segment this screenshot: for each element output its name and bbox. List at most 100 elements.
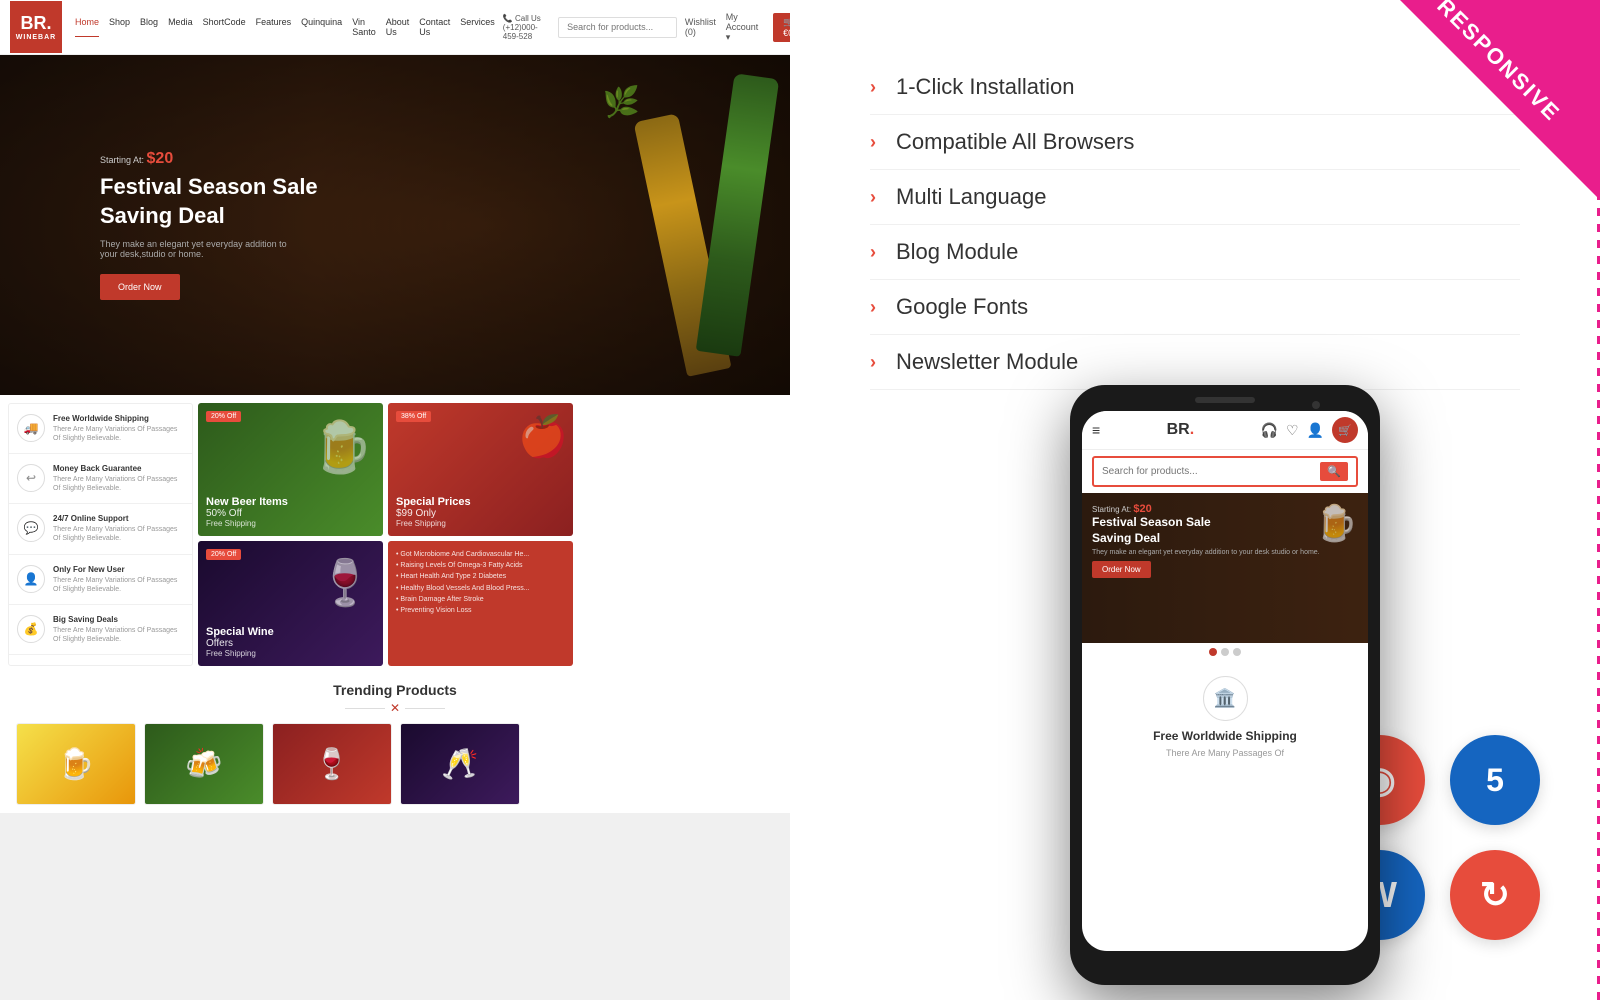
mobile-phone-mockup: ≡ BR. 🎧 ♡ 👤 🛒 🔍 Starting At: $ <box>1070 385 1380 985</box>
phone-cart-icon[interactable]: 🛒 <box>1332 417 1358 443</box>
nav-item-blog[interactable]: Blog <box>140 17 158 37</box>
left-features-panel: 🚚 Free Worldwide Shipping There Are Many… <box>8 403 193 666</box>
divider-line-left <box>345 708 385 709</box>
hero-description: They make an elegant yet everyday additi… <box>100 239 300 259</box>
feature-saving-title: Big Saving Deals <box>53 615 184 624</box>
feature-newuser-title: Only For New User <box>53 565 184 574</box>
features-row: 🚚 Free Worldwide Shipping There Are Many… <box>8 403 782 666</box>
health-item-4: • Healthy Blood Vessels And Blood Press.… <box>396 583 565 594</box>
wine-shipping: Free Shipping <box>206 649 274 658</box>
phone-dot-1[interactable] <box>1209 648 1217 656</box>
nav-item-vinsanto[interactable]: Vin Santo <box>352 17 376 37</box>
phone-search-button[interactable]: 🔍 <box>1320 462 1348 481</box>
divider-symbol: ✕ <box>390 701 400 715</box>
trending-product-1[interactable]: 🍺 <box>16 723 136 805</box>
feature-support-title: 24/7 Online Support <box>53 514 184 523</box>
shipping-icon: 🚚 <box>17 414 45 442</box>
logo-text: BR. <box>21 13 52 34</box>
feature-list-item-4: › Blog Module <box>870 225 1520 280</box>
beer-shipping: Free Shipping <box>206 519 288 528</box>
phone-menu-icon[interactable]: ≡ <box>1092 422 1100 438</box>
wine-badge: 20% Off <box>206 549 241 560</box>
phone-headphone-icon: 🎧 <box>1261 422 1278 439</box>
tech-icon-html5[interactable]: 5 <box>1450 735 1540 825</box>
nav-item-shop[interactable]: Shop <box>109 17 130 37</box>
arrow-icon-2: › <box>870 132 876 153</box>
feature-list-item-5: › Google Fonts <box>870 280 1520 335</box>
phone-logo: BR. <box>1167 421 1195 439</box>
phone-bottle-image: 🍺 <box>1314 503 1358 544</box>
tech-icon-refresh[interactable]: ↻ <box>1450 850 1540 940</box>
wishlist-button[interactable]: Wishlist (0) <box>685 17 718 37</box>
nav-item-features[interactable]: Features <box>256 17 292 37</box>
health-item-2: • Raising Levels Of Omega-3 Fatty Acids <box>396 560 565 571</box>
feature-new-user: 👤 Only For New User There Are Many Varia… <box>9 555 192 605</box>
nav-item-services[interactable]: Services <box>460 17 495 37</box>
wine-emoji: 🍷 <box>317 556 373 609</box>
beer-emoji: 🍺 <box>311 418 373 477</box>
phone-feature-icon: 🏛️ <box>1203 676 1248 721</box>
nav-item-home[interactable]: Home <box>75 17 99 37</box>
phone-dot-3[interactable] <box>1233 648 1241 656</box>
saving-icon: 💰 <box>17 615 45 643</box>
nav-item-shortcode[interactable]: ShortCode <box>203 17 246 37</box>
feature-newuser-text: Only For New User There Are Many Variati… <box>53 565 184 594</box>
lower-content: 🚚 Free Worldwide Shipping There Are Many… <box>0 395 790 813</box>
trending-product-4[interactable]: 🥂 <box>400 723 520 805</box>
nav-menu: Home Shop Blog Media ShortCode Features … <box>70 17 495 37</box>
trending-product-3[interactable]: 🍷 <box>272 723 392 805</box>
feature-label-2: Compatible All Browsers <box>896 129 1134 155</box>
search-input[interactable] <box>559 19 677 35</box>
feature-newuser-desc: There Are Many Variations Of Passages Of… <box>53 576 184 594</box>
phone-nav-bar: ≡ BR. 🎧 ♡ 👤 🛒 <box>1082 411 1368 450</box>
support-icon: 💬 <box>17 514 45 542</box>
nav-right-section: 📞 Call Us (+12)000-459-528 🔍 Wishlist (0… <box>503 12 790 43</box>
feature-label-6: Newsletter Module <box>896 349 1078 375</box>
search-bar[interactable]: 🔍 <box>558 17 677 38</box>
wine-card-subtitle: Offers <box>206 638 274 649</box>
hero-content: Starting At: $20 Festival Season Sale Sa… <box>0 150 318 299</box>
hero-bottles <box>660 75 760 365</box>
site-logo[interactable]: BR. WINEBAR <box>10 1 62 53</box>
health-item-1: • Got Microbiome And Cardiovascular He..… <box>396 549 565 560</box>
nav-item-about[interactable]: About Us <box>386 17 410 37</box>
trending-img-1: 🍺 <box>17 724 135 804</box>
phone-dot-2[interactable] <box>1221 648 1229 656</box>
account-button[interactable]: My Account ▾ <box>726 12 765 43</box>
product-card-wine[interactable]: 20% Off Special Wine Offers Free Shippin… <box>198 541 383 666</box>
special-card-title: Special Prices <box>396 496 471 508</box>
phone-feature-desc: There Are Many Passages Of <box>1092 747 1358 760</box>
call-number: (+12)000-459-528 <box>503 23 550 41</box>
hero-price: $20 <box>147 150 174 167</box>
trending-img-3: 🍷 <box>273 724 391 804</box>
refresh-symbol: ↻ <box>1480 874 1510 916</box>
phone-hero: Starting At: $20 Festival Season SaleSav… <box>1082 493 1368 643</box>
phone-hero-starting: Starting At: $20 <box>1092 503 1320 515</box>
arrow-icon-1: › <box>870 77 876 98</box>
special-emoji: 🍎 <box>518 413 568 460</box>
responsive-banner: RESPONSIVE <box>1400 0 1600 200</box>
product-card-beer[interactable]: 20% Off New Beer Items 50% Off Free Ship… <box>198 403 383 536</box>
health-item-6: • Preventing Vision Loss <box>396 605 565 616</box>
phone-search-input[interactable] <box>1102 466 1320 477</box>
health-item-3: • Heart Health And Type 2 Diabetes <box>396 571 565 582</box>
phone-order-button[interactable]: Order Now <box>1092 561 1151 578</box>
nav-item-quinquina[interactable]: Quinquina <box>301 17 342 37</box>
nav-item-contact[interactable]: Contact Us <box>419 17 450 37</box>
health-benefits-card: • Got Microbiome And Cardiovascular He..… <box>388 541 573 666</box>
feature-label-3: Multi Language <box>896 184 1046 210</box>
hero-section: 🌿 Starting At: $20 Festival Season Sale … <box>0 55 790 395</box>
hero-cta-button[interactable]: Order Now <box>100 274 180 300</box>
phone-slider-dots <box>1082 643 1368 661</box>
feature-shipping-desc: There Are Many Variations Of Passages Of… <box>53 425 184 443</box>
cart-button[interactable]: 🛒 Cart(0): €0.00 <box>773 13 790 42</box>
nav-item-media[interactable]: Media <box>168 17 193 37</box>
arrow-icon-6: › <box>870 352 876 373</box>
phone-hero-title: Festival Season SaleSaving Deal <box>1092 515 1320 546</box>
phone-search-bar: 🔍 <box>1082 450 1368 493</box>
health-item-5: • Brain Damage After Stroke <box>396 594 565 605</box>
product-card-special[interactable]: 38% Off Special Prices $99 Only Free Shi… <box>388 403 573 536</box>
feature-shipping: 🚚 Free Worldwide Shipping There Are Many… <box>9 404 192 454</box>
phone-feature-title: Free Worldwide Shipping <box>1092 729 1358 743</box>
trending-product-2[interactable]: 🍻 <box>144 723 264 805</box>
